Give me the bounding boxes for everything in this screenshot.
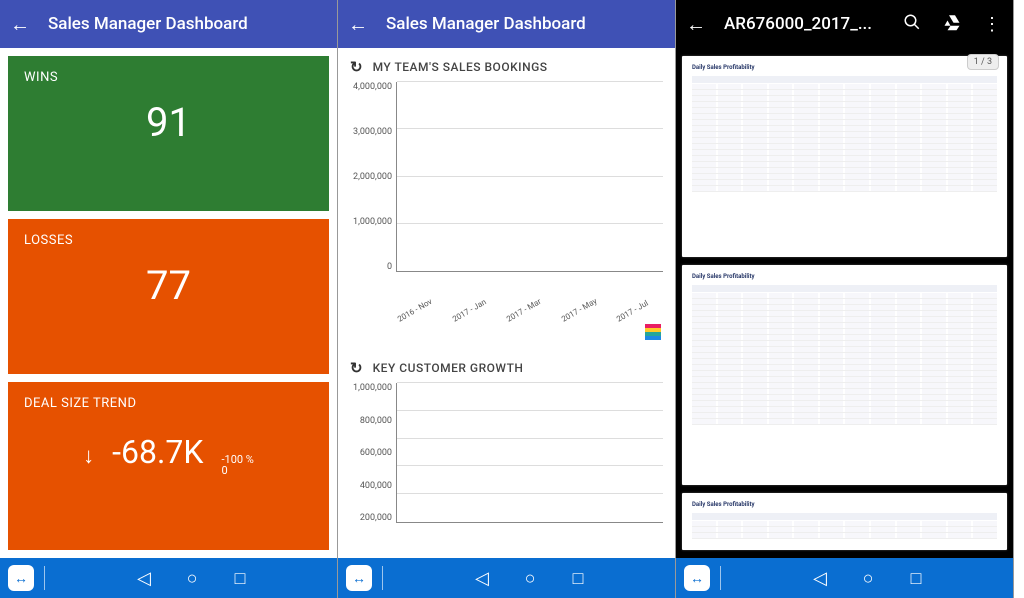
navbar-divider (720, 566, 721, 590)
teamviewer-icon[interactable]: ↔ (8, 565, 34, 591)
document-title: AR676000_2017_... (724, 14, 883, 34)
charts-body: ↻ MY TEAM'S SALES BOOKINGS 4,000,0003,00… (338, 48, 675, 558)
down-arrow-icon: ↓ (83, 443, 94, 469)
nav-home-button[interactable]: ○ (846, 568, 890, 589)
doc-table (692, 285, 997, 425)
losses-label: LOSSES (24, 233, 313, 248)
nav-home-button[interactable]: ○ (508, 568, 552, 589)
growth-chart[interactable]: 1,000,000800,000600,000400,000200,000 (350, 383, 663, 553)
deal-pct: -100 % 0 (221, 454, 253, 476)
deal-label: DEAL SIZE TREND (24, 396, 313, 411)
overflow-menu-icon[interactable]: ⋮ (981, 14, 1003, 35)
phone-screen-1: ← Sales Manager Dashboard WINS 91 LOSSES… (0, 0, 338, 598)
section-title: KEY CUSTOMER GROWTH (373, 361, 524, 375)
nav-home-button[interactable]: ○ (170, 568, 214, 589)
doc-heading: Daily Sales Profitability (692, 64, 997, 72)
losses-card[interactable]: LOSSES 77 (8, 219, 329, 374)
chart-plot (396, 383, 663, 523)
deal-row: ↓ -68.7K -100 % 0 (24, 433, 313, 476)
y-axis: 1,000,000800,000600,000400,000200,000 (350, 383, 396, 523)
teamviewer-icon[interactable]: ↔ (346, 565, 372, 591)
appbar: ← AR676000_2017_... ⋮ (676, 0, 1013, 48)
deal-pct-bottom: 0 (221, 465, 253, 476)
navbar-divider (382, 566, 383, 590)
section-bookings: ↻ MY TEAM'S SALES BOOKINGS 4,000,0003,00… (350, 58, 663, 325)
appbar-title: Sales Manager Dashboard (48, 14, 327, 34)
appbar: ← Sales Manager Dashboard (0, 0, 337, 48)
search-icon[interactable] (901, 13, 923, 36)
doc-table (692, 76, 997, 192)
wins-label: WINS (24, 70, 313, 85)
page-counter-badge: 1 / 3 (967, 54, 999, 70)
y-axis: 4,000,0003,000,0002,000,0001,000,0000 (350, 82, 396, 272)
back-arrow-icon[interactable]: ← (10, 14, 30, 34)
nav-back-button[interactable]: ◁ (122, 568, 166, 589)
deal-value: -68.7K (112, 433, 203, 471)
x-axis: 2016 - Nov2017 - Jan2017 - Mar2017 - May… (350, 316, 663, 325)
doc-page[interactable]: Daily Sales Profitability (682, 56, 1007, 257)
dashboard-cards: WINS 91 LOSSES 77 DEAL SIZE TREND ↓ -68.… (0, 48, 337, 558)
navbar-divider (44, 566, 45, 590)
section-title: MY TEAM'S SALES BOOKINGS (373, 60, 548, 74)
back-arrow-icon[interactable]: ← (348, 14, 368, 34)
nav-back-button[interactable]: ◁ (798, 568, 842, 589)
deal-size-card[interactable]: DEAL SIZE TREND ↓ -68.7K -100 % 0 (8, 382, 329, 550)
teamviewer-icon[interactable]: ↔ (684, 565, 710, 591)
doc-table (692, 513, 997, 539)
wins-card[interactable]: WINS 91 (8, 56, 329, 211)
losses-value: 77 (24, 262, 313, 309)
back-arrow-icon[interactable]: ← (686, 14, 706, 34)
nav-recent-button[interactable]: □ (218, 568, 262, 589)
section-growth: ↻ KEY CUSTOMER GROWTH 1,000,000800,00060… (350, 359, 663, 553)
bookings-chart[interactable]: 4,000,0003,000,0002,000,0001,000,0000 (350, 82, 663, 312)
refresh-icon[interactable]: ↻ (350, 359, 363, 377)
nav-recent-button[interactable]: □ (556, 568, 600, 589)
doc-page[interactable]: Daily Sales Profitability (682, 265, 1007, 485)
chart-legend-icon[interactable] (645, 324, 661, 340)
android-navbar: ↔ ◁ ○ □ (0, 558, 337, 598)
refresh-icon[interactable]: ↻ (350, 58, 363, 76)
nav-back-button[interactable]: ◁ (460, 568, 504, 589)
nav-recent-button[interactable]: □ (894, 568, 938, 589)
doc-heading: Daily Sales Profitability (692, 273, 997, 281)
doc-heading: Daily Sales Profitability (692, 501, 997, 509)
wins-value: 91 (24, 99, 313, 146)
android-navbar: ↔ ◁ ○ □ (338, 558, 675, 598)
drive-icon[interactable] (941, 13, 963, 36)
android-navbar: ↔ ◁ ○ □ (676, 558, 1013, 598)
document-viewer[interactable]: Daily Sales Profitability Daily Sales Pr… (676, 48, 1013, 558)
phone-screen-3: ← AR676000_2017_... ⋮ 1 / 3 Daily Sales … (676, 0, 1014, 598)
doc-page[interactable]: Daily Sales Profitability (682, 493, 1007, 550)
appbar-title: Sales Manager Dashboard (386, 14, 665, 34)
phone-screen-2: ← Sales Manager Dashboard ↻ MY TEAM'S SA… (338, 0, 676, 598)
chart-plot (396, 82, 663, 272)
appbar: ← Sales Manager Dashboard (338, 0, 675, 48)
